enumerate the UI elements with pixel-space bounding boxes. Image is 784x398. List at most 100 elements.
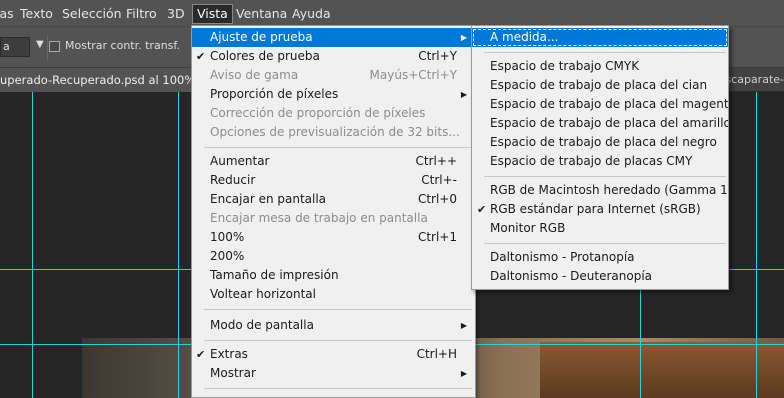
menu-item-aviso-de-gama: Aviso de gama Mayús+Ctrl+Y bbox=[192, 66, 475, 85]
menu-item-200-percent[interactable]: 200% bbox=[192, 247, 475, 266]
guide-vertical[interactable] bbox=[178, 92, 179, 398]
checkmark-icon: ✔ bbox=[196, 348, 206, 361]
submenu-separator bbox=[484, 52, 726, 53]
submenu-separator bbox=[484, 243, 726, 244]
menu-item-correccion-de-proporcion: Corrección de proporción de píxeles bbox=[192, 104, 475, 123]
submenu-item-label: Daltonismo - Deuteranopía bbox=[490, 269, 653, 283]
menu-item-label: Corrección de proporción de píxeles bbox=[210, 106, 426, 120]
menu-ventana[interactable]: Ventana bbox=[236, 5, 287, 23]
menu-item-opciones-32-bits: Opciones de previsualización de 32 bits.… bbox=[192, 123, 475, 142]
menu-item-label: 100% bbox=[210, 230, 245, 244]
menu-item-voltear-horizontal[interactable]: Voltear horizontal bbox=[192, 285, 475, 304]
menu-item-shortcut: Ctrl+- bbox=[421, 173, 457, 187]
submenu-item-label: Espacio de trabajo de placa del negro bbox=[490, 135, 717, 149]
menu-texto[interactable]: Texto bbox=[20, 5, 53, 23]
menu-vista[interactable]: Vista bbox=[192, 4, 233, 24]
menu-separator bbox=[204, 340, 472, 341]
menu-item-extras[interactable]: ✔ Extras Ctrl+H bbox=[192, 345, 475, 364]
menu-item-label: Ajuste de prueba bbox=[210, 30, 313, 44]
submenu-item-label: Monitor RGB bbox=[490, 221, 566, 235]
submenu-item-placa-negro[interactable]: Espacio de trabajo de placa del negro bbox=[472, 133, 728, 152]
submenu-item-placas-cmy[interactable]: Espacio de trabajo de placas CMY bbox=[472, 152, 728, 171]
menu-separator bbox=[204, 309, 472, 310]
vista-menu: Ajuste de prueba ▶ ✔ Colores de prueba C… bbox=[191, 25, 476, 398]
submenu-arrow-icon: ▶ bbox=[460, 321, 467, 330]
menu-bar: las Texto Selección Filtro 3D Vista Vent… bbox=[0, 0, 784, 26]
checkmark-icon: ✔ bbox=[196, 50, 206, 63]
checkmark-icon: ✔ bbox=[477, 203, 487, 216]
menu-item-label: Proporción de píxeles bbox=[210, 87, 339, 101]
menu-item-label: 200% bbox=[210, 249, 245, 263]
arrange-select[interactable]: a bbox=[0, 37, 30, 57]
menu-seleccion[interactable]: Selección bbox=[62, 5, 122, 23]
submenu-item-label: Daltonismo - Protanopía bbox=[490, 250, 635, 264]
chevron-down-icon[interactable]: ▼ bbox=[36, 39, 44, 50]
menu-separator bbox=[204, 388, 472, 389]
submenu-item-cmyk[interactable]: Espacio de trabajo CMYK bbox=[472, 57, 728, 76]
show-transform-checkbox[interactable] bbox=[49, 41, 60, 52]
submenu-item-rgb-macintosh[interactable]: RGB de Macintosh heredado (Gamma 1.8) bbox=[472, 181, 728, 200]
menu-item-label: Aumentar bbox=[210, 154, 270, 168]
submenu-item-label: Espacio de trabajo de placa del amarillo bbox=[490, 116, 729, 130]
submenu-item-label: A medida... bbox=[490, 30, 559, 44]
menu-item-aumentar[interactable]: Aumentar Ctrl++ bbox=[192, 152, 475, 171]
submenu-item-placa-amarillo[interactable]: Espacio de trabajo de placa del amarillo bbox=[472, 114, 728, 133]
menu-item-shortcut: Ctrl+1 bbox=[417, 230, 457, 244]
submenu-item-label: Espacio de trabajo de placa del magenta bbox=[490, 97, 729, 111]
submenu-item-label: Espacio de trabajo CMYK bbox=[490, 59, 640, 73]
submenu-item-a-medida[interactable]: A medida... bbox=[472, 28, 728, 47]
menu-item-tamano-de-impresion[interactable]: Tamaño de impresión bbox=[192, 266, 475, 285]
menu-item-shortcut: Mayús+Ctrl+Y bbox=[369, 68, 457, 82]
submenu-item-monitor-rgb[interactable]: Monitor RGB bbox=[472, 219, 728, 238]
menu-item-shortcut: Ctrl+0 bbox=[417, 192, 457, 206]
menu-capa[interactable]: las bbox=[0, 5, 14, 23]
guide-vertical[interactable] bbox=[32, 92, 33, 398]
menu-item-proporcion-de-pixeles[interactable]: Proporción de píxeles ▶ bbox=[192, 85, 475, 104]
menu-3d[interactable]: 3D bbox=[167, 5, 185, 23]
menu-item-shortcut: Ctrl+Y bbox=[418, 49, 457, 63]
submenu-item-placa-cian[interactable]: Espacio de trabajo de placa del cian bbox=[472, 76, 728, 95]
submenu-arrow-icon: ▶ bbox=[460, 90, 467, 99]
menu-item-colores-de-prueba[interactable]: ✔ Colores de prueba Ctrl+Y bbox=[192, 47, 475, 66]
menu-filtro[interactable]: Filtro bbox=[126, 5, 157, 23]
menu-item-label: Encajar en pantalla bbox=[210, 192, 327, 206]
ajuste-de-prueba-submenu: A medida... Espacio de trabajo CMYK Espa… bbox=[471, 25, 729, 290]
menu-item-label: Reducir bbox=[210, 173, 256, 187]
menu-item-label: Modo de pantalla bbox=[210, 318, 314, 332]
menu-item-label: Voltear horizontal bbox=[210, 287, 316, 301]
menu-item-label: Opciones de previsualización de 32 bits.… bbox=[210, 125, 460, 139]
menu-item-100-percent[interactable]: 100% Ctrl+1 bbox=[192, 228, 475, 247]
submenu-item-protanopia[interactable]: Daltonismo - Protanopía bbox=[472, 248, 728, 267]
submenu-item-label: RGB estándar para Internet (sRGB) bbox=[490, 202, 701, 216]
menu-item-label: Colores de prueba bbox=[210, 49, 320, 63]
menu-item-ajuste-de-prueba[interactable]: Ajuste de prueba ▶ bbox=[192, 28, 475, 47]
submenu-item-placa-magenta[interactable]: Espacio de trabajo de placa del magenta bbox=[472, 95, 728, 114]
submenu-item-deuteranopia[interactable]: Daltonismo - Deuteranopía bbox=[472, 267, 728, 286]
menu-item-modo-de-pantalla[interactable]: Modo de pantalla ▶ bbox=[192, 316, 475, 335]
submenu-item-label: RGB de Macintosh heredado (Gamma 1.8) bbox=[490, 183, 729, 197]
menu-item-mostrar[interactable]: Mostrar ▶ bbox=[192, 364, 475, 383]
submenu-item-label: Espacio de trabajo de placas CMY bbox=[490, 154, 693, 168]
menu-item-shortcut: Ctrl++ bbox=[415, 154, 457, 168]
menu-item-label: Extras bbox=[210, 347, 248, 361]
document-tab-active[interactable]: uperado-Recuperado.psd al 100% (RGB/8) bbox=[0, 68, 195, 92]
guide-vertical[interactable] bbox=[756, 92, 757, 398]
menu-item-label: Aviso de gama bbox=[210, 68, 299, 82]
submenu-separator bbox=[484, 176, 726, 177]
show-transform-label: Mostrar contr. transf. bbox=[65, 39, 180, 52]
menu-item-label: Tamaño de impresión bbox=[210, 268, 339, 282]
menu-item-encajar-en-pantalla[interactable]: Encajar en pantalla Ctrl+0 bbox=[192, 190, 475, 209]
menu-item-label: Mostrar bbox=[210, 366, 256, 380]
submenu-arrow-icon: ▶ bbox=[460, 369, 467, 378]
menu-ayuda[interactable]: Ayuda bbox=[292, 5, 331, 23]
submenu-item-label: Espacio de trabajo de placa del cian bbox=[490, 78, 708, 92]
canvas-image-detail bbox=[540, 342, 784, 398]
menu-item-reducir[interactable]: Reducir Ctrl+- bbox=[192, 171, 475, 190]
menu-separator bbox=[204, 147, 472, 148]
menu-item-label: Encajar mesa de trabajo en pantalla bbox=[210, 211, 428, 225]
submenu-item-srgb[interactable]: ✔ RGB estándar para Internet (sRGB) bbox=[472, 200, 728, 219]
submenu-arrow-icon: ▶ bbox=[460, 33, 467, 42]
menu-item-shortcut: Ctrl+H bbox=[416, 347, 457, 361]
menu-item-encajar-mesa-de-trabajo: Encajar mesa de trabajo en pantalla bbox=[192, 209, 475, 228]
options-divider bbox=[47, 35, 48, 61]
